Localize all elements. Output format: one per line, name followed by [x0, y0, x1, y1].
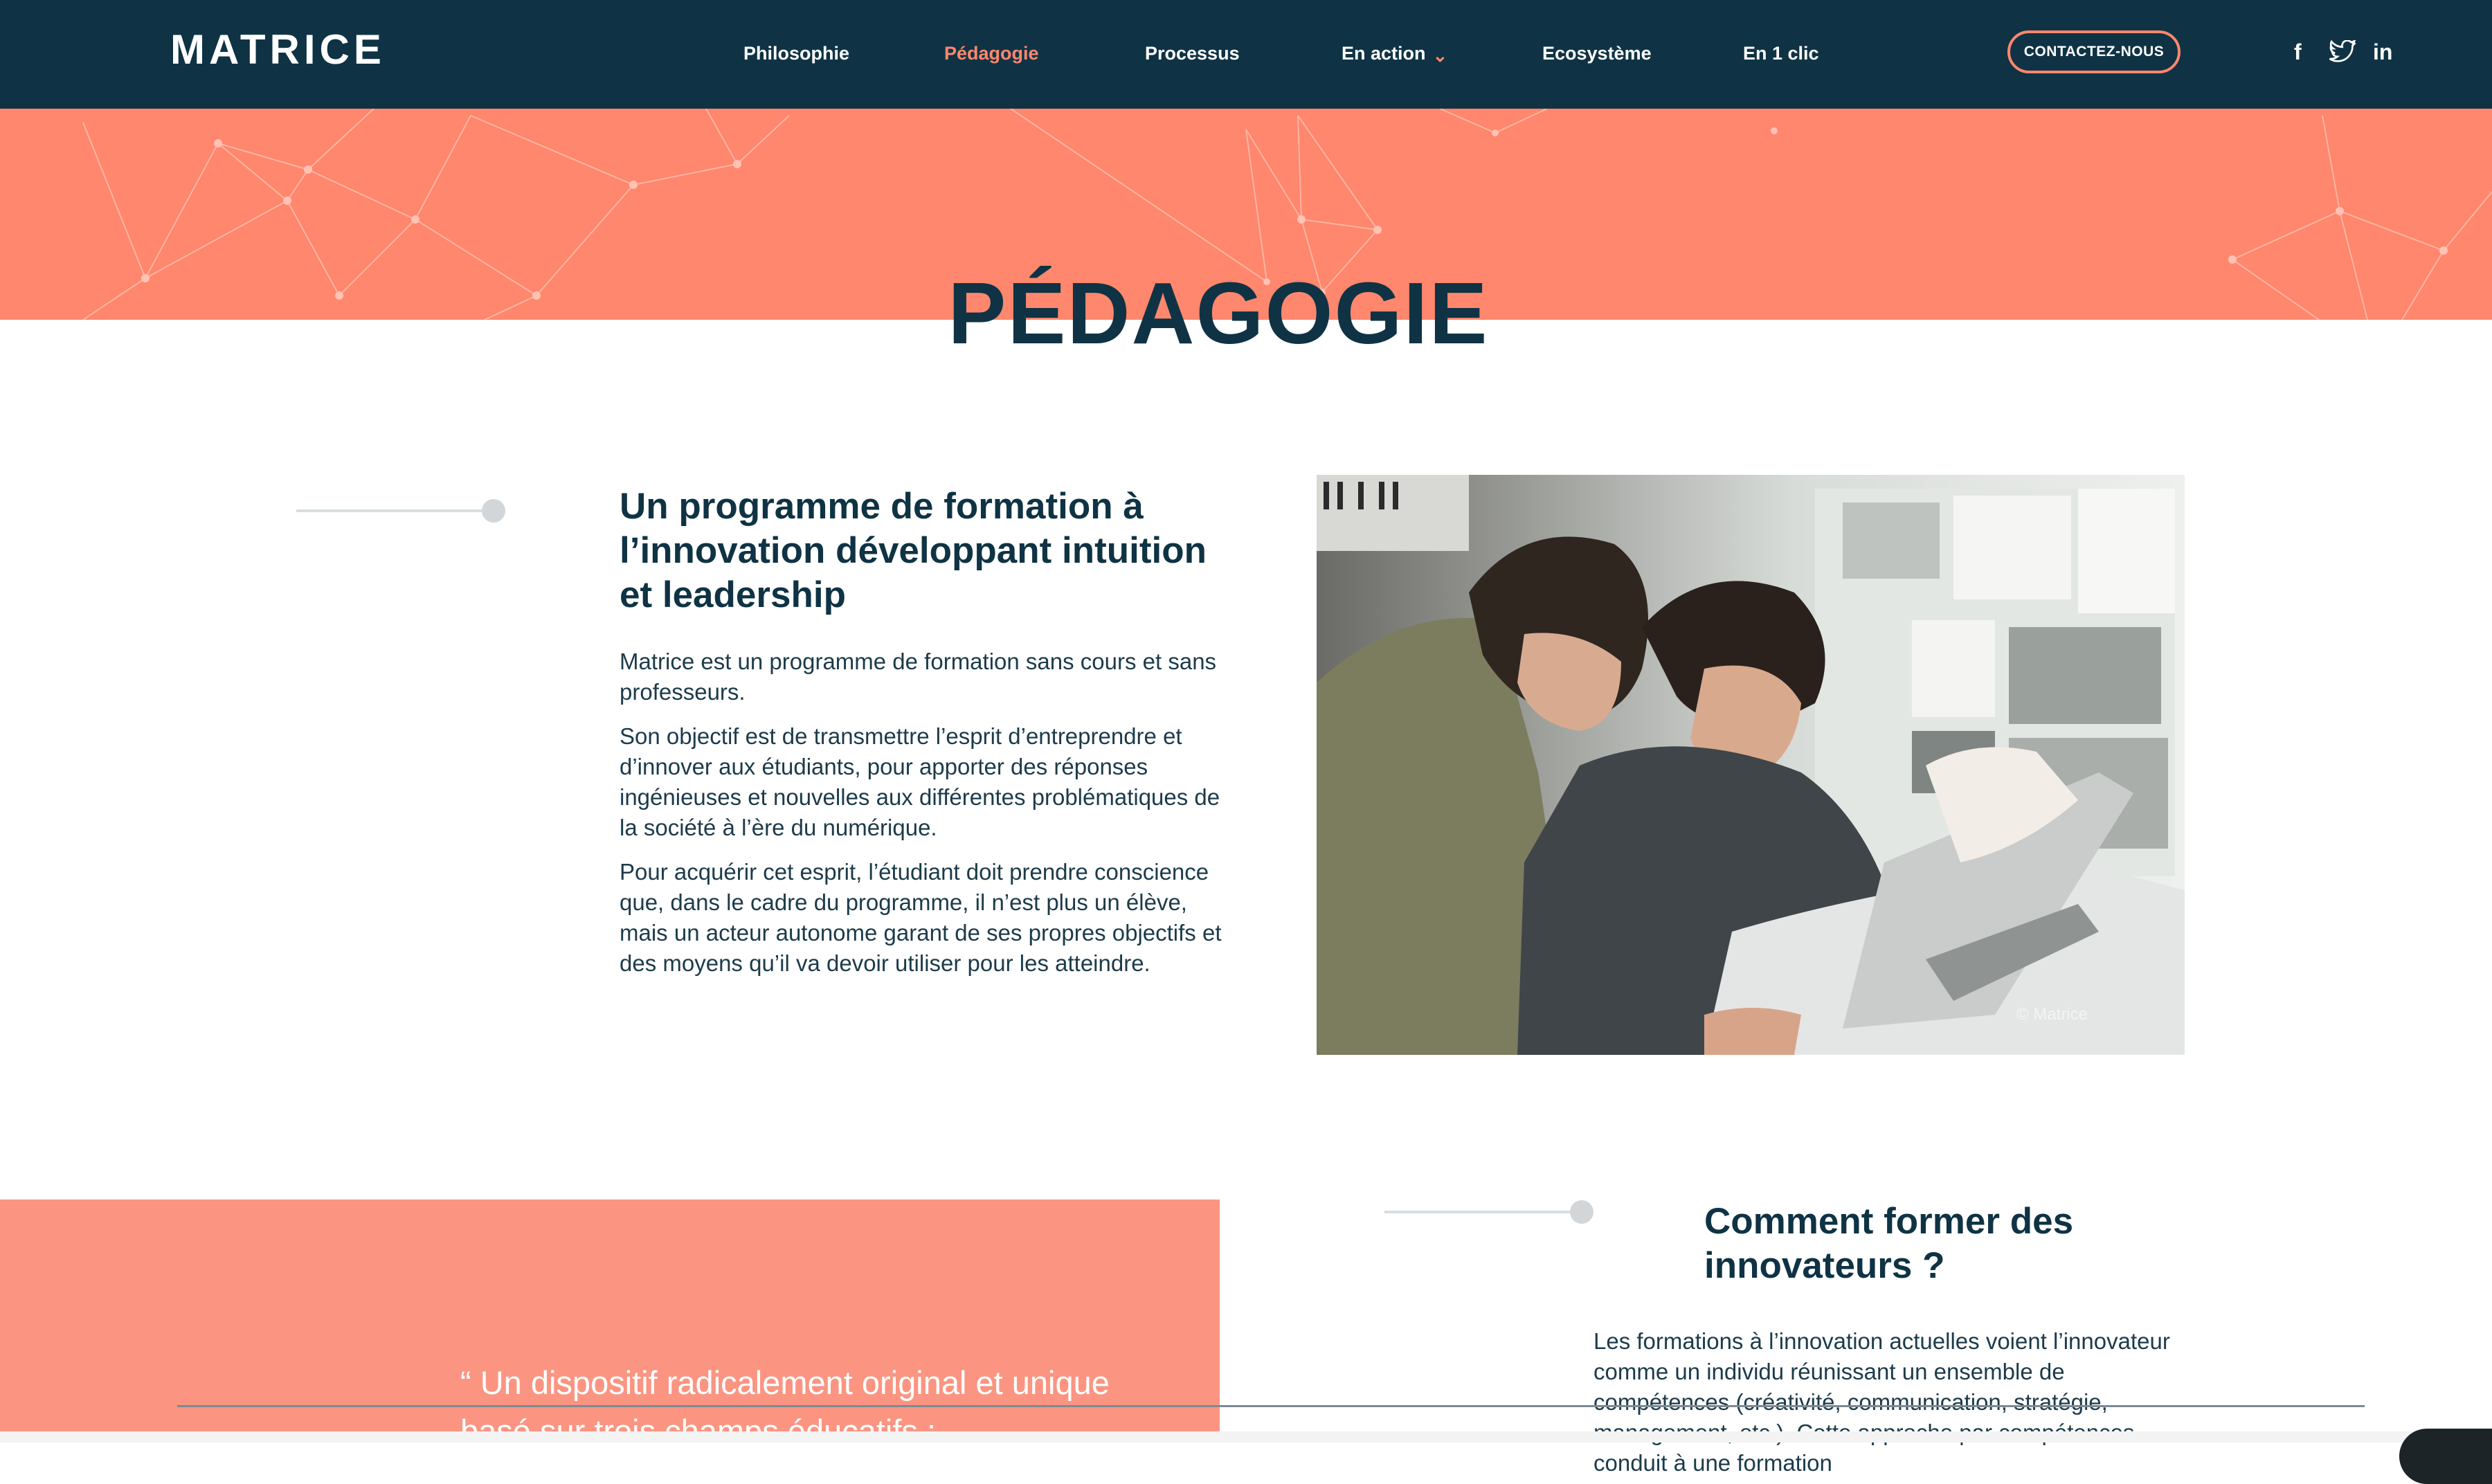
decorative-dot: [482, 499, 505, 523]
chevron-down-icon: ⌄: [1432, 45, 1448, 66]
chat-widget-button[interactable]: [2399, 1429, 2492, 1484]
decorative-dot: [1570, 1200, 1593, 1224]
quote-text: “ Un dispositif radicalement original et…: [460, 1364, 1110, 1442]
horizontal-divider: [177, 1405, 2365, 1407]
matrice-logo[interactable]: MATRICE: [170, 29, 386, 71]
top-navigation-bar: MATRICE Philosophie Pédagogie Processus …: [0, 0, 2492, 109]
bottom-edge: [0, 1431, 2492, 1442]
nav-item-pedagogie[interactable]: Pédagogie: [944, 37, 1039, 69]
nav-item-ecosysteme[interactable]: Ecosystème: [1542, 37, 1652, 69]
decorative-line: [1384, 1211, 1585, 1213]
students-photo: © Matrice: [1317, 475, 2185, 1055]
paragraph: Matrice est un programme de formation sa…: [620, 649, 1217, 705]
section-heading-innovateurs: Comment former des innovateurs ?: [1704, 1201, 2074, 1286]
paragraph: Les formations à l’innovation actuelles …: [1593, 1328, 2170, 1476]
twitter-icon[interactable]: [2329, 36, 2356, 68]
nav-item-philosophie[interactable]: Philosophie: [743, 37, 849, 69]
facebook-icon[interactable]: f: [2294, 36, 2302, 68]
twitter-bird-glyph: [2329, 39, 2356, 62]
contact-button[interactable]: CONTACTEZ-NOUS: [2007, 30, 2180, 73]
photo-credit: © Matrice: [2016, 1005, 2088, 1024]
paragraph: Pour acquérir cet esprit, l’étudiant doi…: [620, 859, 1222, 976]
nav-item-en-action[interactable]: En action ⌄: [1342, 37, 1447, 69]
nav-item-en-action-label: En action: [1342, 43, 1426, 64]
nav-item-en-1-clic[interactable]: En 1 clic: [1743, 37, 1819, 69]
linkedin-icon[interactable]: in: [2373, 36, 2392, 68]
students-photo-illustration: [1317, 475, 2185, 1055]
paragraph: Son objectif est de transmettre l’esprit…: [620, 723, 1220, 840]
section-heading-programme: Un programme de formation à l’innovation…: [620, 486, 1207, 615]
nav-item-processus[interactable]: Processus: [1145, 37, 1240, 69]
decorative-line: [296, 509, 497, 512]
page-title: PÉDAGOGIE: [948, 264, 1489, 362]
